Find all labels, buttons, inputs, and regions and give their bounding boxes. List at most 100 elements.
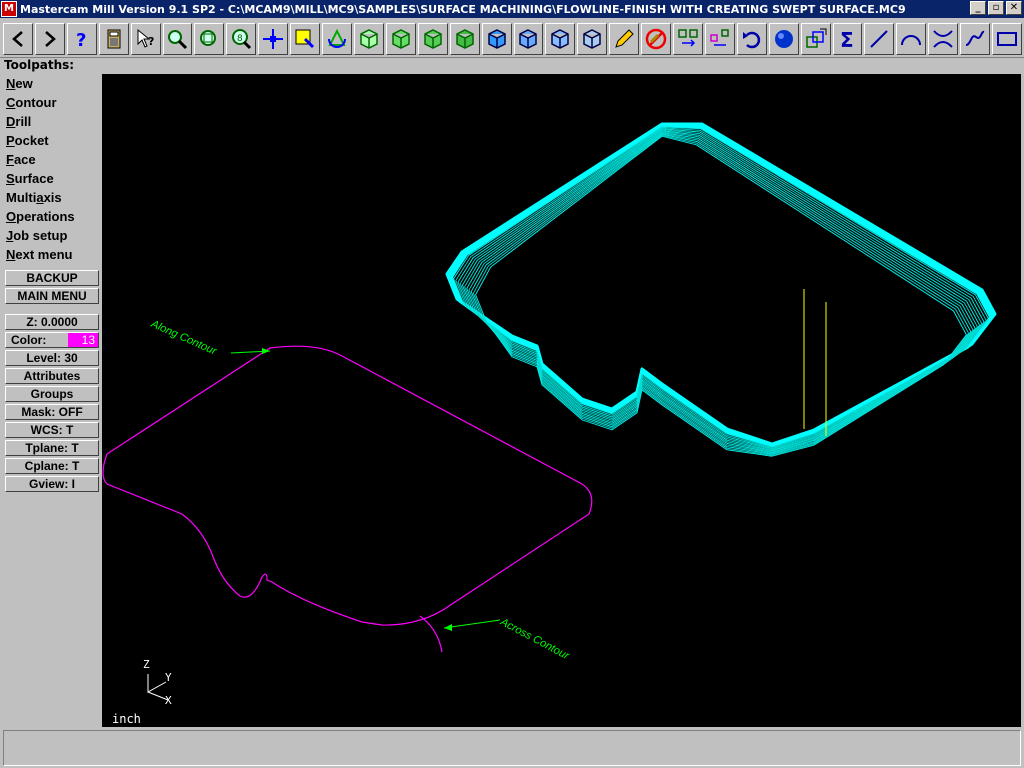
layers-icon[interactable] (800, 22, 831, 55)
view-front-icon[interactable] (417, 22, 448, 55)
menu-heading: Toolpaths: (4, 58, 75, 72)
sidebar-menu: New Contour Drill Pocket Face Surface Multiaxi… (3, 74, 102, 727)
groups-button[interactable]: Groups (5, 386, 99, 402)
gview-button[interactable]: Gview: I (5, 476, 99, 492)
menu-item[interactable]: Pocket (3, 131, 102, 150)
menu-item[interactable]: Job setup (3, 226, 102, 245)
attributes-button[interactable]: Attributes (5, 368, 99, 384)
menu-item-label: ontour (15, 95, 57, 110)
toolpath-pass (447, 123, 995, 447)
toolpath-pass (461, 130, 981, 452)
axis-y-label: Y (165, 671, 172, 684)
mastercam-logo-icon[interactable]: M (1, 1, 17, 17)
menu-item-hotkey: S (6, 171, 15, 186)
tplane-button[interactable]: Tplane: T (5, 440, 99, 456)
help-icon[interactable]: ? (66, 22, 97, 55)
units-label: inch (112, 712, 141, 726)
toolpath-pass (468, 132, 974, 454)
xform-icon[interactable] (673, 22, 703, 55)
across-arrow (443, 619, 501, 629)
wcs-button[interactable]: WCS: T (5, 422, 99, 438)
view-cube-b-icon[interactable] (513, 22, 544, 55)
flowline-toolpath[interactable] (445, 122, 997, 457)
color-label: Color: (11, 333, 47, 347)
view-top-icon[interactable] (385, 22, 416, 55)
menu-item-hotkey: a (36, 190, 44, 205)
toolpath-pass (455, 127, 987, 449)
menu-item[interactable]: New (3, 74, 102, 93)
axis-z-label: Z (143, 658, 150, 671)
shade-icon[interactable] (768, 22, 799, 55)
menu-item[interactable]: Surface (3, 169, 102, 188)
zoom-out-icon[interactable] (194, 22, 225, 55)
view-cube-d-icon[interactable] (577, 22, 608, 55)
toolpath-pass (464, 131, 978, 452)
view-side-icon[interactable] (449, 22, 480, 55)
graphics-viewport[interactable]: Along Contour Across Contour Z Y X inch (102, 74, 1021, 727)
rotate-icon[interactable] (322, 22, 352, 55)
toolpath-pass (470, 133, 972, 455)
mask-button[interactable]: Mask: OFF (5, 404, 99, 420)
menu-item[interactable]: Contour (3, 93, 102, 112)
forward-arrow-icon[interactable] (34, 22, 65, 55)
axis-x-label: X (165, 694, 172, 707)
menu-item-label: rill (15, 114, 32, 129)
menu-item[interactable]: Drill (3, 112, 102, 131)
pan-icon[interactable] (258, 22, 289, 55)
pencil-icon[interactable] (609, 22, 640, 55)
select-icon[interactable] (290, 22, 321, 55)
spline-icon[interactable] (960, 22, 991, 55)
menu-item-label: ob setup (13, 228, 68, 243)
backup-button[interactable]: BACKUP (5, 270, 99, 286)
view-cube-a-icon[interactable] (481, 22, 512, 55)
svg-text:?: ? (76, 30, 86, 51)
whats-this-icon[interactable]: ? (130, 22, 161, 55)
toolpath-pass (453, 126, 989, 448)
across-arrowhead (444, 624, 452, 631)
z-depth-button[interactable]: Z: 0.0000 (5, 314, 99, 330)
toolpath-pass (472, 134, 970, 456)
menu-item[interactable]: Face (3, 150, 102, 169)
menu-item[interactable]: Next menu (3, 245, 102, 264)
toolpath-pass (457, 128, 985, 450)
minimize-button[interactable]: _ (970, 1, 986, 15)
cplane-button[interactable]: Cplane: T (5, 458, 99, 474)
arc-icon[interactable] (896, 22, 927, 55)
back-arrow-icon[interactable] (3, 22, 33, 55)
menu-item-label: perations (16, 209, 75, 224)
zoom-window-icon[interactable] (162, 22, 193, 55)
color-swatch: 13 (68, 333, 98, 347)
close-button[interactable]: ✕ (1006, 1, 1022, 15)
menu-item-label: ew (15, 76, 33, 91)
trim-icon[interactable] (928, 22, 959, 55)
menu-item-prefix: Multi (6, 190, 37, 205)
main-menu-button[interactable]: MAIN MENU (5, 288, 99, 304)
menu-item-hotkey: D (6, 114, 16, 129)
delete-icon[interactable] (641, 22, 672, 55)
across-curve (419, 615, 443, 653)
line-icon[interactable] (864, 22, 895, 55)
rectangle-icon[interactable] (992, 22, 1022, 55)
menu-item[interactable]: Operations (3, 207, 102, 226)
menu-item-hotkey: C (6, 95, 16, 110)
svg-text:?: ? (148, 35, 154, 48)
menu-item-hotkey: N (6, 247, 16, 262)
menu-item-label: urface (14, 171, 54, 186)
sum-icon[interactable]: Σ (832, 22, 863, 55)
view-iso-icon[interactable] (353, 22, 384, 55)
undo-icon[interactable] (736, 22, 767, 55)
menu-item-label: ocket (14, 133, 49, 148)
view-cube-c-icon[interactable] (545, 22, 576, 55)
svg-text:Σ: Σ (840, 28, 854, 51)
menu-item[interactable]: Multiaxis (3, 188, 102, 207)
restore-button[interactable]: ▫ (988, 1, 1004, 15)
zoom-level-icon[interactable]: 8 (226, 22, 257, 55)
toolpath-pass (475, 135, 967, 457)
magenta-contour[interactable] (102, 345, 593, 626)
color-button[interactable]: Color: 13 (5, 332, 99, 348)
toolpath-pass (466, 132, 976, 453)
calculator-icon[interactable] (98, 22, 129, 55)
level-button[interactable]: Level: 30 (5, 350, 99, 366)
menu-item-hotkey: O (6, 209, 17, 224)
transform-icon[interactable] (704, 22, 735, 55)
